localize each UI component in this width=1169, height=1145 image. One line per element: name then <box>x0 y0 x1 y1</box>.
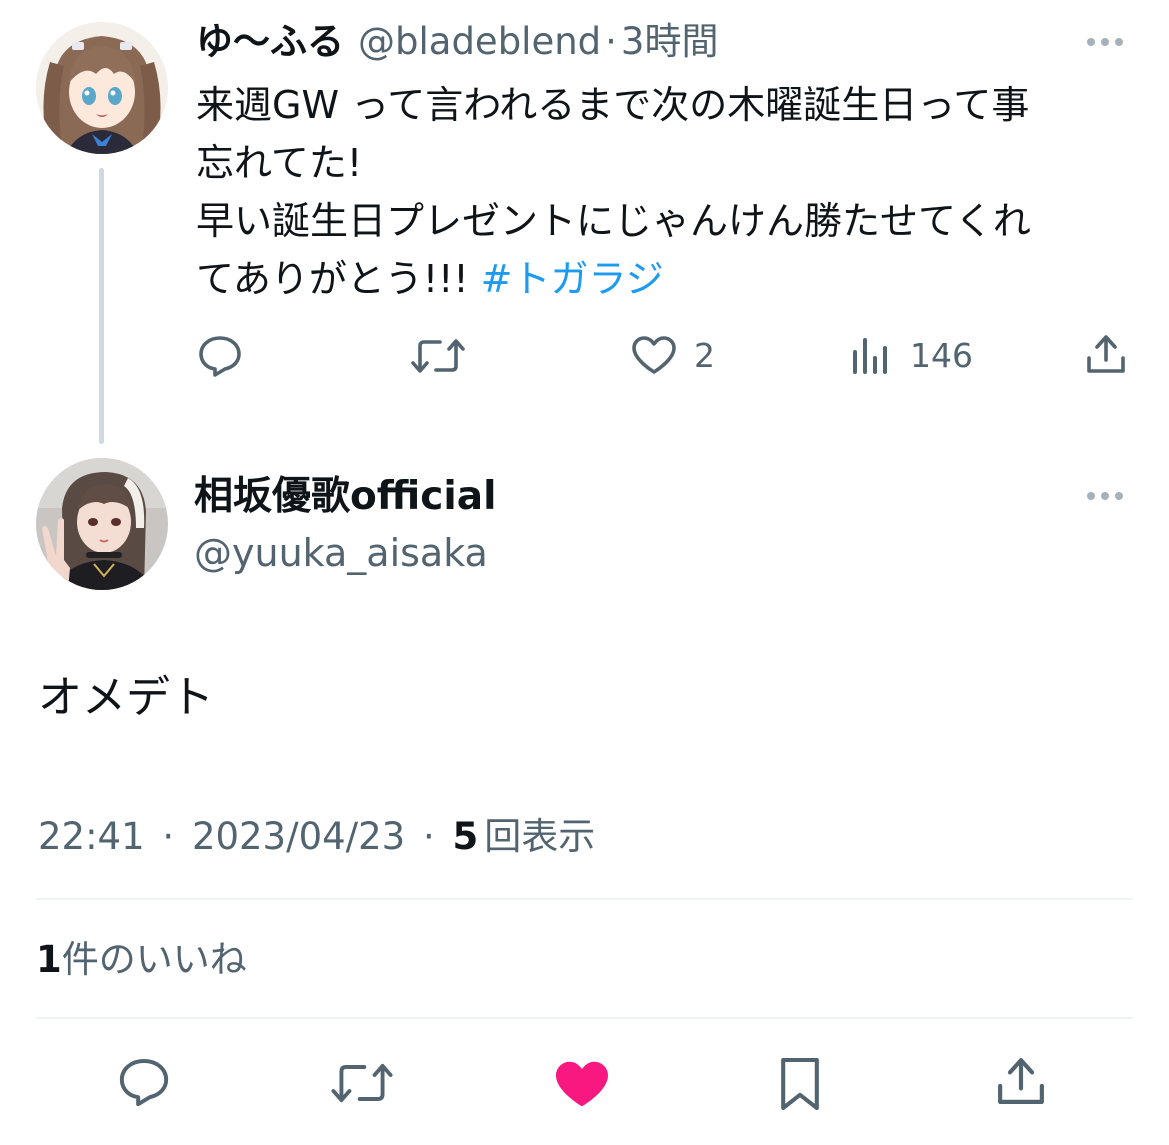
parent-share-button[interactable] <box>1084 332 1128 376</box>
parent-more-icon[interactable] <box>1087 38 1123 46</box>
parent-tweet-text: 来週GW って言われるまで次の木曜誕生日って事 忘れてた! 早い誕生日プレゼント… <box>196 76 1136 308</box>
parent-text-line: 来週GW って言われるまで次の木曜誕生日って事 <box>196 83 1030 127</box>
parent-separator: · <box>605 20 617 63</box>
reply-icon <box>119 1059 169 1107</box>
liked-heart-icon <box>556 1061 608 1107</box>
parent-text-last-line: てありがとう!!! #トガラジ <box>196 250 1136 308</box>
reply-tweet-text: オメデト <box>38 672 214 723</box>
reply-view-label: 回表示 <box>484 815 596 858</box>
parent-like-button[interactable]: 2 <box>630 334 715 376</box>
likes-summary[interactable]: 1件のいいね <box>36 935 247 985</box>
parent-avatar[interactable] <box>36 22 168 154</box>
reply-reply-button[interactable] <box>116 1056 172 1108</box>
parent-header: ゆ〜ふる @bladeblend · 3時間 <box>196 18 718 66</box>
hashtag-link[interactable]: #トガラジ <box>481 257 664 301</box>
parent-reply-button[interactable] <box>196 334 244 378</box>
parent-handle[interactable]: @bladeblend <box>358 20 601 63</box>
reply-retweet-button[interactable] <box>330 1060 394 1106</box>
meta-separator: · <box>422 815 435 858</box>
reply-icon <box>199 336 241 377</box>
reply-handle[interactable]: @yuuka_aisaka <box>194 528 488 578</box>
parent-text-line: 忘れてた! <box>196 141 363 185</box>
retweet-icon <box>411 339 465 373</box>
divider <box>36 898 1133 900</box>
parent-retweet-button[interactable] <box>410 336 466 376</box>
parent-text-line: 早い誕生日プレゼントにじゃんけん勝たせてくれ <box>196 199 1031 243</box>
share-icon <box>1087 335 1125 373</box>
reply-bookmark-button[interactable] <box>776 1054 824 1114</box>
reply-more-icon[interactable] <box>1087 492 1123 500</box>
parent-text-ending: てありがとう!!! <box>196 257 469 301</box>
reply-view-count: 5 <box>452 815 479 858</box>
parent-display-name[interactable]: ゆ〜ふる <box>196 20 344 63</box>
share-icon <box>998 1058 1044 1104</box>
parent-time[interactable]: 3時間 <box>621 20 719 63</box>
retweet-icon <box>331 1063 393 1103</box>
thread-connector-line <box>99 168 104 444</box>
reply-share-button[interactable] <box>994 1054 1048 1108</box>
bookmark-icon <box>781 1057 819 1111</box>
reply-avatar[interactable] <box>36 458 168 590</box>
reply-meta: 22:41 · 2023/04/23 · 5 回表示 <box>38 812 595 862</box>
reply-display-name[interactable]: 相坂優歌official <box>194 472 496 522</box>
reply-date[interactable]: 2023/04/23 <box>192 815 405 858</box>
divider <box>36 1017 1133 1019</box>
parent-view-count: 146 <box>910 335 973 375</box>
parent-views-button[interactable]: 146 <box>850 334 973 376</box>
parent-like-count: 2 <box>694 335 715 375</box>
views-icon <box>853 338 887 374</box>
meta-separator: · <box>162 815 175 858</box>
reply-like-label: 件のいいね <box>61 938 247 981</box>
reply-time[interactable]: 22:41 <box>38 815 145 858</box>
reply-like-count: 1 <box>36 938 62 981</box>
like-icon <box>632 336 676 374</box>
reply-like-button[interactable] <box>552 1058 612 1110</box>
